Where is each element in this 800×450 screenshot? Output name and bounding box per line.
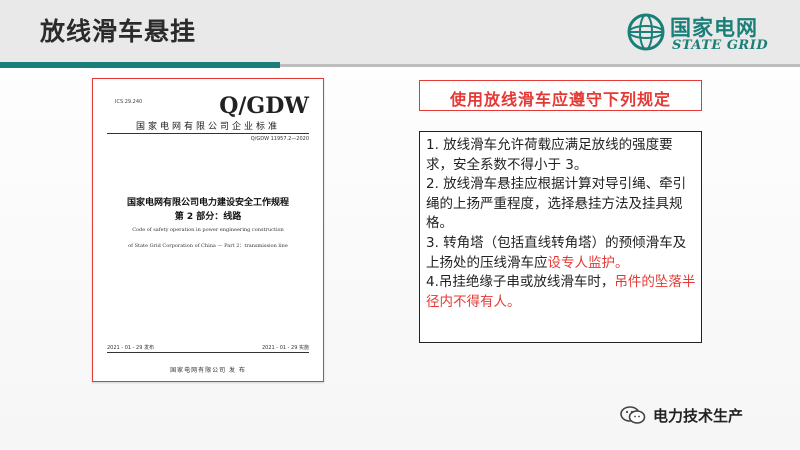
rules-heading: 使用放线滑车应遵守下列规定	[449, 90, 671, 109]
footer-watermark: 电力技术生产	[620, 400, 790, 430]
state-grid-logo: 国家电网 STATE GRID	[626, 10, 786, 54]
slide-title: 放线滑车悬挂	[40, 17, 197, 46]
doc-title-line1: 国家电网有限公司电力建设安全工作规程	[126, 198, 289, 208]
rule-2: 2. 放线滑车悬挂应根据计算对导引绳、牵引绳的上扬严重程度，选择悬挂方法及挂具规…	[426, 176, 687, 232]
doc-ics: ICS 29.240	[115, 99, 143, 105]
doc-en-title-line1: Code of safety operation in power engine…	[132, 227, 284, 233]
slide: 放线滑车悬挂 国家电网 STATE GRID ICS 29.240 Q/GDW …	[0, 0, 800, 450]
doc-en-title-line2: of State Grid Corporation of China — Par…	[128, 243, 288, 249]
doc-title-line2: 第 2 部分：线路	[174, 212, 242, 222]
doc-implement-date: 2021 - 01 - 29 实施	[261, 345, 309, 351]
logo-text-en: STATE GRID	[672, 38, 769, 53]
title-divider	[280, 64, 800, 67]
rule-4: 4.吊挂绝缘子串或放线滑车时，吊件的坠落半径内不得有人。	[426, 273, 698, 312]
state-grid-globe-icon	[627, 13, 665, 51]
doc-bottom-rule	[107, 352, 309, 353]
standard-document-cover: ICS 29.240 Q/GDW 国家电网有限公司企业标准 Q/GDW 1195…	[92, 78, 324, 382]
rule-3: 3. 转角塔（包括直线转角塔）的预倾滑车及上扬处的压线滑车应设专人监护。	[426, 234, 698, 273]
doc-organization: 国家电网有限公司企业标准	[135, 122, 280, 132]
rules-heading-box: 使用放线滑车应遵守下列规定	[419, 80, 702, 111]
footer-label: 电力技术生产	[653, 407, 744, 425]
doc-publish-date: 2021 - 01 - 29 发布	[107, 345, 155, 351]
doc-standard-code: Q/GDW	[219, 93, 309, 119]
rules-box: 1. 放线滑车允许荷载应满足放线的强度要求，安全系数不得小于 3。 2. 放线滑…	[419, 131, 702, 343]
doc-issuer: 国家电网有限公司 发 布	[170, 367, 246, 374]
title-accent-line	[0, 62, 280, 68]
doc-number: Q/GDW 11957.2—2020	[250, 136, 309, 142]
rule-4-text: 4.吊挂绝缘子串或放线滑车时，	[426, 274, 615, 291]
doc-top-rule	[107, 133, 309, 134]
rule-1: 1. 放线滑车允许荷载应满足放线的强度要求，安全系数不得小于 3。	[426, 137, 673, 173]
wechat-icon	[620, 406, 646, 424]
rule-3-highlight: 设专人监护。	[547, 254, 629, 271]
